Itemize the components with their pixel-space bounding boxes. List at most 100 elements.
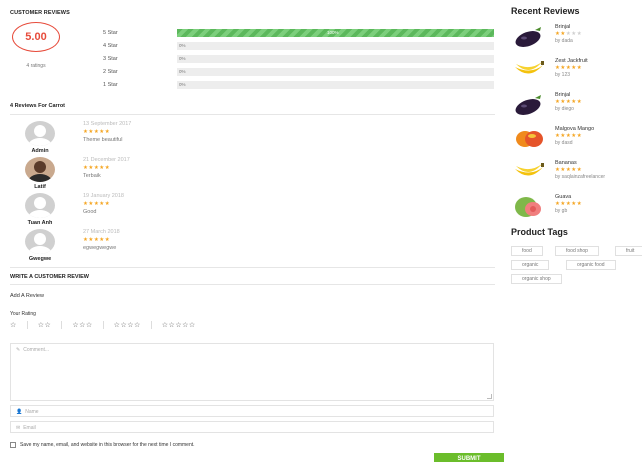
review-author: Gwegwe [28, 256, 52, 262]
rating-bar: 100% [177, 29, 494, 37]
comment-textarea[interactable]: ✎ Comment... [10, 343, 494, 401]
review-author: Tuan Anh [27, 220, 53, 226]
rating-row-4: 4 Star 0% [103, 42, 494, 50]
recent-review-stars: ★★★★★ [555, 133, 583, 139]
tag-organic[interactable]: organic [511, 260, 550, 270]
rating-row-2: 2 Star 0% [103, 68, 494, 76]
separator [61, 321, 63, 329]
envelope-icon: ✉ [16, 425, 21, 431]
reviews-heading: 4 Reviews For Carrot [10, 103, 66, 109]
recent-review-stars: ★★★★★ [555, 65, 583, 71]
review-date: 19 January 2018 [83, 193, 124, 199]
banana-thumbnail [515, 61, 544, 74]
eggplant-thumbnail [515, 95, 541, 115]
recent-review-item[interactable]: Brinjal ★★★★★ by diego [511, 91, 642, 121]
review-stars: ★★★★★ [83, 237, 111, 243]
recent-review-author: by 123 [555, 72, 571, 78]
default-avatar-icon [25, 193, 55, 218]
rating-option-3[interactable]: ☆☆☆ [72, 321, 92, 329]
divider [10, 114, 495, 115]
write-review-heading: WRITE A CUSTOMER REVIEW [10, 274, 89, 280]
recent-review-item[interactable]: Zest Jackfruit ★★★★★ by 123 [511, 57, 642, 87]
review-text: egwegwegwe [83, 245, 117, 251]
your-rating-label: Your Rating [10, 311, 36, 317]
review-item: Latif 21 December 2017 ★★★★★ Terbaik [10, 157, 495, 191]
default-avatar-icon [25, 121, 55, 146]
average-rating-badge: 5.00 [12, 22, 60, 52]
recent-review-item[interactable]: Malgova Mango ★★★★★ by dasd [511, 125, 642, 155]
rating-option-5[interactable]: ☆☆☆☆☆ [162, 321, 196, 329]
rating-row-label: 2 Star [103, 69, 118, 75]
name-input[interactable]: 👤 Name [10, 405, 494, 417]
recent-review-author: by saqlainzafreelancer [555, 174, 606, 180]
recent-review-stars: ★★★★★ [555, 201, 583, 207]
recent-review-item[interactable]: Bananas ★★★★★ by saqlainzafreelancer [511, 159, 642, 189]
rating-bar: 0% [177, 81, 494, 89]
banana-thumbnail [515, 163, 544, 176]
tag-organic-food[interactable]: organic food [566, 260, 616, 270]
rating-option-2[interactable]: ☆☆ [38, 321, 52, 329]
review-item: Gwegwe 27 March 2018 ★★★★★ egwegwegwe [10, 229, 495, 263]
recent-review-item[interactable]: Guava ★★★★★ by gb [511, 193, 642, 223]
rating-option-4[interactable]: ☆☆☆☆ [114, 321, 141, 329]
rating-row-label: 4 Star [103, 43, 118, 49]
review-author: Latif [34, 184, 46, 190]
eggplant-thumbnail [515, 27, 541, 47]
guava-thumbnail [515, 197, 541, 217]
save-info-label: Save my name, email, and website in this… [20, 442, 195, 448]
recent-review-product: Guava [555, 194, 572, 200]
review-item: Admin 13 September 2017 ★★★★★ Theme beau… [10, 121, 495, 155]
rating-bar-percent: 0% [179, 43, 186, 48]
rating-bar: 0% [177, 55, 494, 63]
recent-review-stars: ★★★★★ [555, 31, 583, 37]
review-stars: ★★★★★ [83, 129, 111, 135]
recent-review-product: Zest Jackfruit [555, 58, 588, 64]
tag-organic-shop[interactable]: organic shop [511, 274, 562, 284]
rating-option-1[interactable]: ☆ [10, 321, 17, 329]
user-icon: 👤 [16, 409, 23, 415]
default-avatar-icon [25, 229, 55, 254]
review-text: Theme beautiful [83, 137, 123, 143]
add-review-label: Add A Review [10, 293, 44, 299]
recent-review-stars: ★★★★★ [555, 99, 583, 105]
email-placeholder: Email [23, 425, 36, 431]
rating-row-label: 1 Star [103, 82, 118, 88]
tag-food-shop[interactable]: food shop [555, 246, 599, 256]
review-date: 21 December 2017 [83, 157, 130, 163]
user-photo-avatar [25, 157, 55, 182]
rating-bar-percent: 0% [179, 82, 186, 87]
review-text: Terbaik [83, 173, 101, 179]
review-text: Good [83, 209, 97, 215]
separator [150, 321, 152, 329]
ratings-count: 4 ratings [26, 63, 46, 69]
tag-food[interactable]: food [511, 246, 543, 256]
review-stars: ★★★★★ [83, 165, 111, 171]
recent-review-item[interactable]: Brinjal ★★★★★ by dada [511, 23, 642, 53]
recent-review-product: Brinjal [555, 24, 571, 30]
comment-placeholder: Comment... [23, 347, 50, 353]
resize-handle-icon[interactable] [487, 394, 492, 399]
rating-bar: 0% [177, 42, 494, 50]
rating-row-label: 3 Star [103, 56, 118, 62]
save-info-checkbox[interactable] [10, 442, 16, 448]
rating-bar-percent: 0% [179, 69, 186, 74]
divider [10, 284, 495, 285]
tag-fruit[interactable]: fruit [615, 246, 642, 256]
average-rating-value: 5.00 [25, 31, 47, 43]
recent-review-author: by gb [555, 208, 568, 214]
star-rating-picker: ☆ ☆☆ ☆☆☆ ☆☆☆☆ ☆☆☆☆☆ [10, 321, 196, 329]
email-input[interactable]: ✉ Email [10, 421, 494, 433]
review-stars: ★★★★★ [83, 201, 111, 207]
rating-bar: 0% [177, 68, 494, 76]
recent-review-author: by diego [555, 106, 574, 112]
separator [26, 321, 28, 329]
rating-bar-percent: 0% [179, 56, 186, 61]
save-info-row: Save my name, email, and website in this… [10, 442, 195, 448]
name-placeholder: Name [25, 409, 39, 415]
separator [102, 321, 104, 329]
recent-review-product: Brinjal [555, 92, 571, 98]
recent-review-author: by dasd [555, 140, 573, 146]
submit-button[interactable]: SUBMIT [434, 453, 504, 462]
rating-row-label: 5 Star [103, 30, 118, 36]
recent-reviews-title: Recent Reviews [511, 6, 580, 16]
